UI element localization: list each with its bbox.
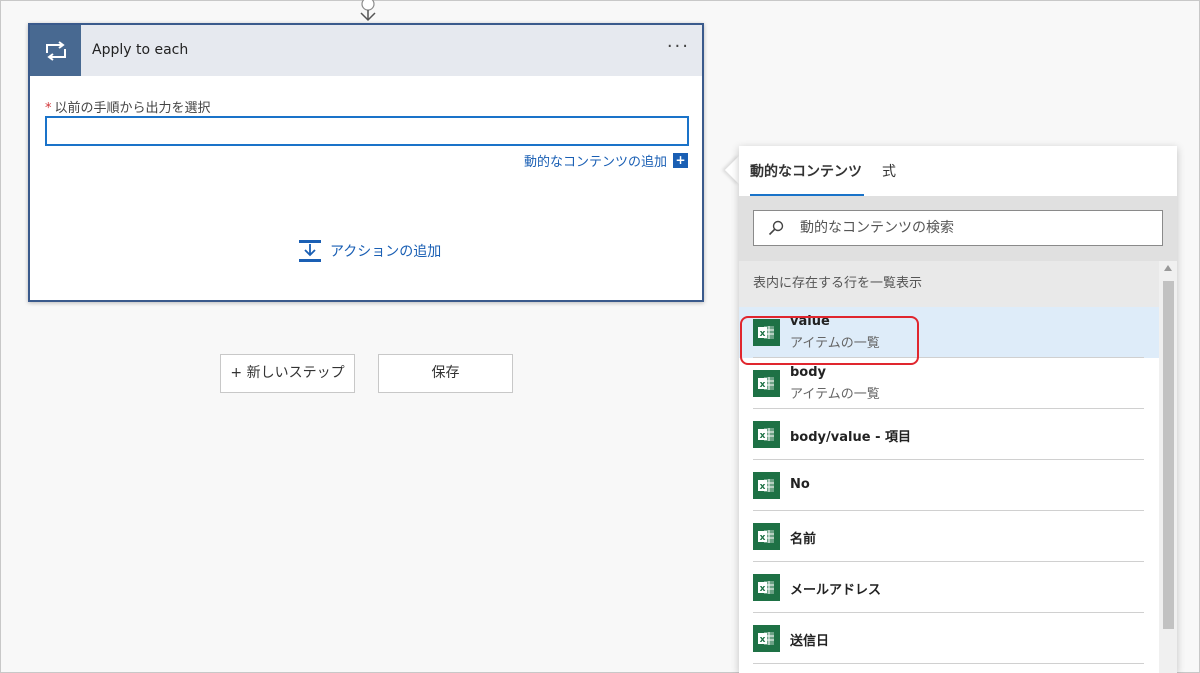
svg-text:x: x — [760, 380, 766, 390]
connector-arrow-icon — [360, 0, 376, 22]
scrollbar[interactable] — [1159, 261, 1177, 673]
divider — [753, 663, 1144, 664]
list-item-name: value — [790, 314, 830, 329]
section-header: 表内に存在する行を一覧表示 — [739, 261, 1159, 307]
panel-tabs: 動的なコンテンツ 式 — [739, 146, 1177, 196]
search-box[interactable] — [753, 210, 1163, 246]
card-title: Apply to each — [92, 42, 189, 58]
list-item-name: 名前 — [790, 532, 817, 547]
card-header[interactable]: Apply to each ··· — [30, 25, 702, 76]
new-step-button[interactable]: + 新しいステップ — [220, 354, 355, 393]
excel-icon: x — [753, 421, 780, 448]
excel-icon: x — [753, 370, 780, 397]
add-action-label: アクションの追加 — [330, 244, 442, 260]
excel-icon: x — [753, 319, 780, 346]
list-item[interactable]: x 名前 — [739, 511, 1159, 562]
excel-icon: x — [753, 472, 780, 499]
dynamic-content-list: x value アイテムの一覧 x body アイテムの一覧 x body/value - 項… — [739, 307, 1159, 664]
add-dynamic-content-label: 動的なコンテンツの追加 — [523, 155, 667, 170]
excel-icon: x — [753, 523, 780, 550]
svg-text:x: x — [760, 533, 766, 543]
add-dynamic-content-link[interactable]: 動的なコンテンツの追加 + — [524, 151, 688, 170]
list-item[interactable]: x body アイテムの一覧 — [739, 358, 1159, 409]
list-item-name: メールアドレス — [790, 583, 882, 598]
excel-icon: x — [753, 625, 780, 652]
field-label: * 以前の手順から出力を選択 — [45, 97, 211, 116]
list-item[interactable]: x body/value - 項目 — [739, 409, 1159, 460]
save-button[interactable]: 保存 — [378, 354, 513, 393]
tab-expression[interactable]: 式 — [882, 146, 896, 196]
scrollbar-thumb[interactable] — [1163, 281, 1174, 629]
list-item[interactable]: x No — [739, 460, 1159, 511]
apply-to-each-card: Apply to each ··· * 以前の手順から出力を選択 動的なコンテンツ… — [28, 23, 704, 302]
search-icon — [768, 220, 784, 236]
svg-text:x: x — [760, 482, 766, 492]
card-menu-button[interactable]: ··· — [667, 25, 690, 76]
list-item-name: body — [790, 365, 827, 380]
search-area — [739, 196, 1177, 261]
list-item-name: No — [790, 477, 810, 492]
previous-output-input[interactable] — [45, 116, 689, 146]
add-action-icon — [299, 240, 321, 262]
svg-text:x: x — [760, 431, 766, 441]
list-item-name: body/value - 項目 — [790, 430, 911, 445]
list-item[interactable]: x value アイテムの一覧 — [739, 307, 1159, 358]
dynamic-content-panel: 動的なコンテンツ 式 表内に存在する行を一覧表示 x value アイテムの一覧 x b… — [739, 146, 1177, 673]
list-item-description: アイテムの一覧 — [790, 387, 880, 402]
svg-text:x: x — [760, 635, 766, 645]
dynamic-content-search-input[interactable] — [798, 219, 1142, 237]
tab-dynamic-content[interactable]: 動的なコンテンツ — [750, 146, 864, 196]
list-item-description: アイテムの一覧 — [790, 336, 880, 351]
list-item[interactable]: x 送信日 — [739, 613, 1159, 664]
scroll-up-arrow-icon[interactable] — [1164, 265, 1172, 271]
excel-icon: x — [753, 574, 780, 601]
add-action-button[interactable]: アクションの追加 — [298, 239, 441, 263]
svg-text:x: x — [760, 584, 766, 594]
field-label-text: 以前の手順から出力を選択 — [54, 101, 211, 116]
loop-icon — [30, 25, 81, 76]
required-marker: * — [45, 101, 52, 116]
list-item-name: 送信日 — [790, 634, 830, 649]
list-item[interactable]: x メールアドレス — [739, 562, 1159, 613]
svg-text:x: x — [760, 329, 766, 339]
plus-icon: + — [673, 153, 688, 168]
